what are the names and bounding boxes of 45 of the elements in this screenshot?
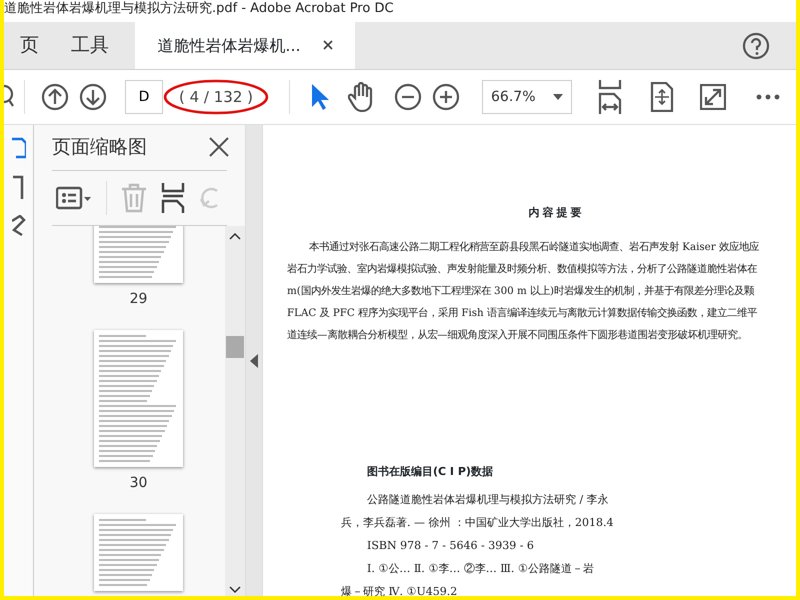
page-number-field[interactable]: D	[125, 80, 163, 114]
document-text-line: 兵，李兵磊著. — 徐州 ：中国矿业大学出版社，2018.4	[341, 515, 614, 531]
window-title: 道脆性岩体岩爆机理与模拟方法研究.pdf - Adobe Acrobat Pro DC	[4, 0, 395, 18]
signature-icon[interactable]	[12, 215, 26, 237]
zoom-out-icon[interactable]	[394, 83, 422, 111]
zoom-in-icon[interactable]	[432, 83, 460, 111]
document-heading: 内容提要	[528, 205, 586, 221]
next-page-icon[interactable]	[79, 83, 107, 111]
document-text-line: Ⅰ. ①公… Ⅱ. ①李… ②李… Ⅲ. ①公路隧道－岩	[367, 561, 595, 577]
close-icon[interactable]	[209, 137, 229, 158]
page-thumbnail[interactable]	[94, 330, 183, 466]
page-number: 29	[130, 290, 148, 308]
scroll-up-icon[interactable]	[229, 232, 241, 240]
document-text-line: FLAC 及 PFC 程序为实现平台，采用 Fish 语言编译连续元与离散元计算数据传输交换函数，建立二维平	[287, 306, 758, 320]
page-thumbnail[interactable]	[94, 226, 183, 282]
caret-icon	[553, 94, 564, 100]
nav-tab[interactable]: 工具	[55, 22, 125, 69]
scrollbar-thumb[interactable]	[226, 336, 244, 358]
full-screen-icon[interactable]	[700, 84, 726, 110]
panel-title: 页面缩略图	[52, 135, 147, 160]
pointer-icon[interactable]	[310, 83, 330, 111]
zoom-dropdown[interactable]: 66.7%	[482, 80, 572, 114]
document-text-line: 公路隧道脆性岩体岩爆机理与模拟方法研究 / 李永	[367, 492, 610, 508]
more-icon[interactable]	[756, 94, 780, 100]
document-text-line: 道连续—离散耦合分析模型，从宏—细观角度深入开展不同围压条件下圆形巷道围岩变形破坏机理研究。	[287, 328, 749, 342]
expand-panel-icon[interactable]	[250, 354, 258, 368]
document-text-line: 爆－研究 Ⅳ. ①U459.2	[341, 584, 458, 596]
scrollbar[interactable]	[225, 226, 245, 596]
scroll-down-icon[interactable]	[229, 586, 241, 594]
page-count: ( 4 / 132 )	[179, 88, 254, 106]
page-thumbnails-icon[interactable]	[12, 137, 26, 161]
document-text-line: 岩石力学试验、室内岩爆模拟试验、声发射能量及时频分析、数值模拟等方法，分析了公路隧道脆性岩体在	[287, 262, 758, 276]
bookmark-icon[interactable]	[12, 175, 24, 201]
document-text-line: ISBN 978 - 7 - 5646 - 3939 - 6	[367, 538, 535, 554]
nav-tab[interactable]: 页	[4, 22, 55, 69]
previous-page-icon[interactable]	[41, 83, 69, 111]
options-icon[interactable]	[56, 184, 92, 210]
document-heading: 图书在版编目(C I P)数据	[367, 464, 494, 480]
document-text-line: 本书通过对张石高速公路二期工程化稍营至蔚县段黑石岭隧道实地调查、岩石声发射 Kaiser 效应地应	[308, 240, 760, 254]
page-thumbnail[interactable]	[94, 514, 183, 590]
document-text-line: m(国内外发生岩爆的绝大多数地下工程埋深在 300 m 以上)时岩爆发生的机制，并基于有限差分理论及颗	[287, 284, 756, 298]
scroll-mode-icon[interactable]	[650, 82, 674, 112]
document-tab[interactable]: 道脆性岩体岩爆机...	[135, 22, 355, 69]
insert-page-icon[interactable]	[161, 182, 185, 212]
page-number: 30	[130, 474, 148, 492]
